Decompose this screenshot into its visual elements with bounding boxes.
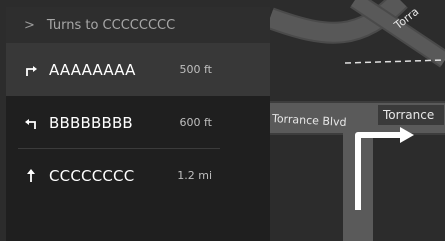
turn-left-icon [23, 117, 39, 129]
turn-step-street: AAAAAAAA [49, 60, 136, 79]
turn-right-icon [23, 64, 39, 76]
turn-list-header[interactable]: > Turns to CCCCCCCC [6, 7, 270, 43]
turns-to-label: Turns to CCCCCCCC [46, 17, 176, 33]
turn-step-row[interactable]: CCCCCCCC 1.2 mi [6, 149, 270, 202]
turn-step-row[interactable]: BBBBBBBB 600 ft [6, 96, 270, 149]
turn-step-street: CCCCCCCC [49, 166, 135, 185]
chevron-right-icon: > [24, 17, 35, 33]
turn-step-distance: 500 ft [179, 63, 212, 76]
turn-step-street: BBBBBBBB [49, 113, 133, 132]
turn-step-distance: 1.2 mi [177, 169, 212, 182]
street-label-torrance: Torrance [383, 108, 435, 122]
turn-step-distance: 600 ft [179, 116, 212, 129]
turn-list-panel: > Turns to CCCCCCCC AAAAAAAA 500 ft BBBB… [6, 7, 270, 241]
straight-arrow-icon [23, 169, 39, 182]
turn-step-row[interactable]: AAAAAAAA 500 ft [6, 43, 270, 96]
